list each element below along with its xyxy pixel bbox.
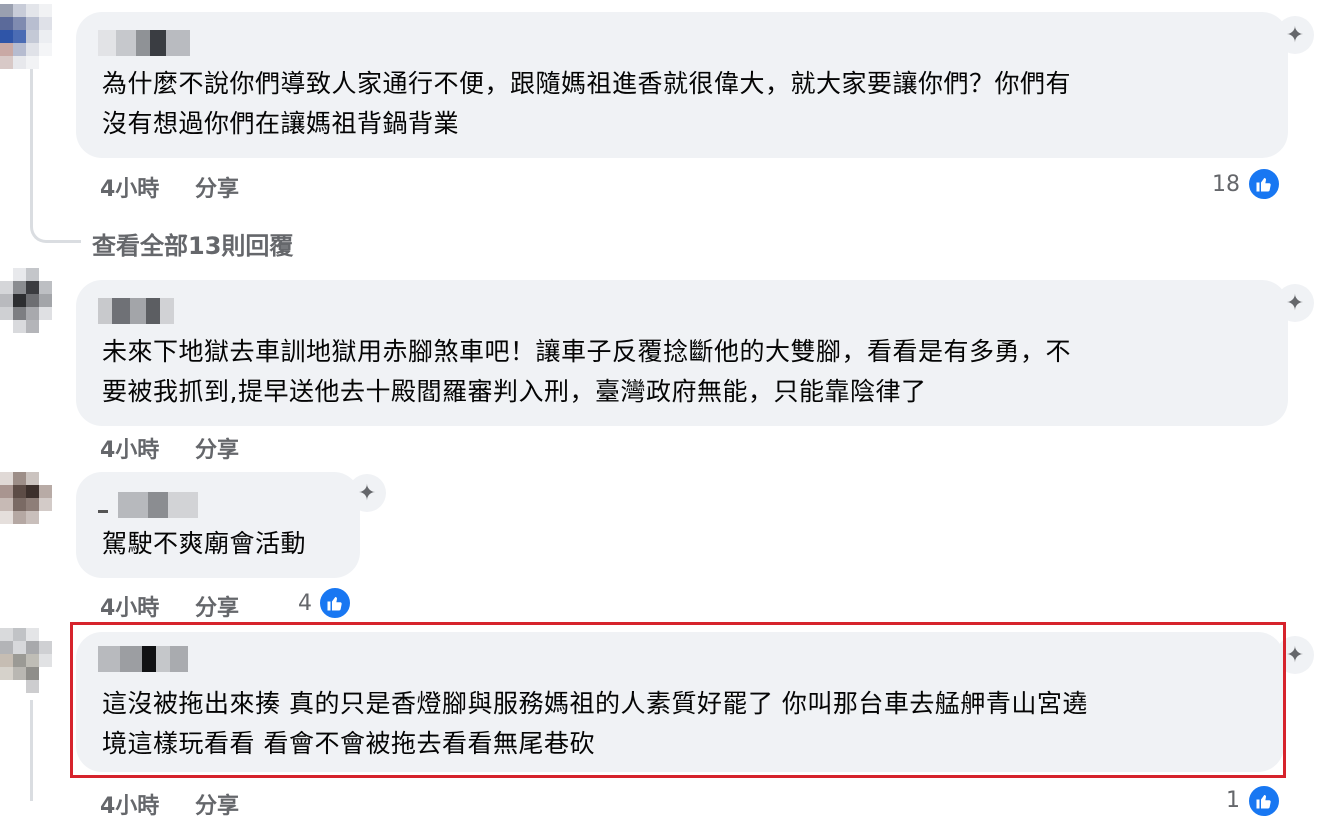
thumbs-up-icon[interactable] (1247, 784, 1281, 818)
comment-actions: 4小時 分享 (100, 432, 239, 464)
view-replies-link[interactable]: 查看全部13則回覆 (92, 226, 293, 261)
comment-text: 要被我抓到,提早送他去十殿閻羅審判入刑，臺灣政府無能，只能靠陰律了 (102, 377, 927, 406)
like-count[interactable]: 18 (1212, 172, 1240, 197)
sparkle-icon[interactable]: ✦ (348, 474, 386, 512)
comment-time[interactable]: 4小時 (100, 596, 159, 621)
thumbs-up-icon[interactable] (1247, 167, 1281, 201)
sparkle-icon[interactable]: ✦ (1276, 16, 1314, 54)
comment-time[interactable]: 4小時 (100, 177, 159, 202)
comment-bubble: 未來下地獄去車訓地獄用赤腳煞車吧！讓車子反覆捻斷他的大雙腳，看看是有多勇，不 要… (76, 280, 1288, 426)
thread-line (30, 68, 33, 168)
comment-time[interactable]: 4小時 (100, 438, 159, 463)
commenter-name-blurred[interactable] (98, 298, 174, 324)
comment-actions: 4小時 分享 (100, 171, 239, 203)
thumbs-up-icon[interactable] (318, 586, 352, 620)
share-link[interactable]: 分享 (195, 438, 239, 463)
like-count[interactable]: 4 (298, 591, 312, 616)
avatar[interactable] (0, 472, 62, 538)
comment-text: 沒有想過你們在讓媽祖背鍋背業 (102, 109, 460, 138)
comment-time[interactable]: 4小時 (100, 794, 159, 819)
commenter-name-blurred[interactable] (98, 492, 198, 518)
comment-actions: 4小時 分享 (100, 590, 239, 622)
comment-text: 未來下地獄去車訓地獄用赤腳煞車吧！讓車子反覆捻斷他的大雙腳，看看是有多勇，不 (102, 337, 1072, 366)
share-link[interactable]: 分享 (195, 177, 239, 202)
comment-bubble: 駕駛不爽廟會活動 (76, 472, 360, 578)
share-link[interactable]: 分享 (195, 596, 239, 621)
comment-text: 駕駛不爽廟會活動 (102, 529, 307, 558)
avatar[interactable] (0, 4, 62, 70)
avatar[interactable] (0, 268, 62, 334)
comment-bubble: 為什麼不說你們導致人家通行不便，跟隨媽祖進香就很偉大，就大家要讓你們？你們有 沒… (76, 12, 1288, 158)
comment-actions: 4小時 分享 (100, 788, 239, 820)
thread-connector (30, 160, 81, 243)
sparkle-icon[interactable]: ✦ (1276, 284, 1314, 322)
highlight-box (70, 622, 1286, 778)
share-link[interactable]: 分享 (195, 794, 239, 819)
commenter-name-blurred[interactable] (98, 30, 190, 56)
comment-text: 為什麼不說你們導致人家通行不便，跟隨媽祖進香就很偉大，就大家要讓你們？你們有 (102, 69, 1072, 98)
avatar[interactable] (0, 628, 62, 694)
thread-line (30, 700, 33, 801)
